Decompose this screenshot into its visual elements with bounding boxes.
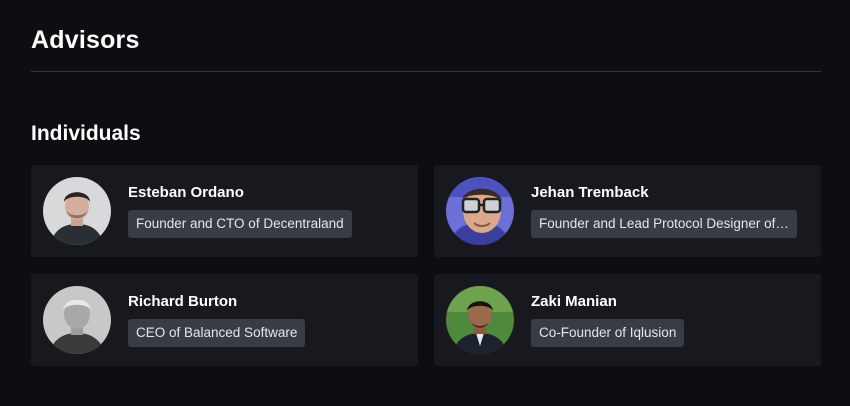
- page-title: Advisors: [31, 26, 140, 54]
- advisor-avatar: [446, 286, 514, 354]
- advisor-card[interactable]: Jehan Tremback Founder and Lead Protocol…: [434, 165, 821, 257]
- advisor-avatar: [43, 177, 111, 245]
- advisor-role-badge: CEO of Balanced Software: [128, 319, 306, 347]
- advisor-card[interactable]: Zaki Manian Co-Founder of Iqlusion: [434, 274, 821, 366]
- advisor-role-badge: Co-Founder of Iqlusion: [531, 319, 685, 347]
- advisor-avatar: [43, 286, 111, 354]
- advisor-name: Zaki Manian: [531, 293, 617, 310]
- advisor-role-badge: Founder and Lead Protocol Designer of…: [531, 210, 797, 238]
- advisor-name: Jehan Tremback: [531, 184, 649, 201]
- advisor-card[interactable]: Esteban Ordano Founder and CTO of Decent…: [31, 165, 418, 257]
- advisor-name: Esteban Ordano: [128, 184, 244, 201]
- advisor-avatar: [446, 177, 514, 245]
- section-title-individuals: Individuals: [31, 122, 141, 145]
- title-divider: [31, 71, 821, 72]
- advisor-name: Richard Burton: [128, 293, 238, 310]
- advisor-role-badge: Founder and CTO of Decentraland: [128, 210, 352, 238]
- advisor-card[interactable]: Richard Burton CEO of Balanced Software: [31, 274, 418, 366]
